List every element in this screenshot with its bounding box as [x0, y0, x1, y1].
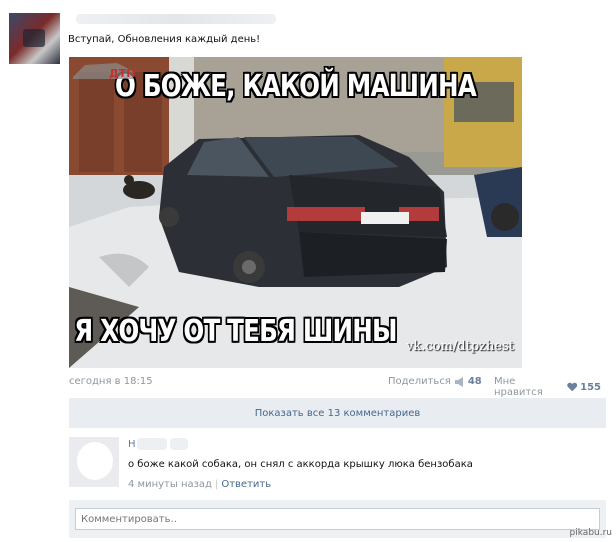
megaphone-icon: [454, 376, 463, 387]
comment-box: [69, 500, 606, 538]
comment-meta: 4 минуты назад | Ответить: [128, 479, 271, 490]
share-label: Поделиться: [388, 376, 451, 387]
share-count: 48: [467, 376, 482, 387]
post-photo[interactable]: О БОЖЕ, КАКОЙ МАШИНА Я ХОЧУ ОТ ТЕБЯ ШИНЫ…: [69, 57, 522, 368]
show-all-comments-button[interactable]: Показать все 13 комментариев: [69, 398, 606, 428]
heart-icon: [566, 382, 577, 392]
photo-watermark: vk.com/dtpzhest: [406, 339, 514, 354]
site-watermark: pikabu.ru: [569, 528, 612, 538]
post-author-blurred: [76, 14, 276, 24]
comment-avatar[interactable]: [69, 437, 119, 487]
meme-caption-top: О БОЖЕ, КАКОЙ МАШИНА: [114, 69, 477, 104]
comment-author-blur: [170, 438, 188, 450]
post-avatar[interactable]: [9, 13, 60, 64]
comment-text: о боже какой собака, он снял с аккорда к…: [128, 459, 473, 470]
like-button[interactable]: Мне нравится 155: [494, 376, 601, 398]
comment-meta-separator: |: [214, 479, 219, 490]
comment-author-blur: [137, 438, 167, 450]
comment-time[interactable]: 4 минуты назад: [128, 479, 212, 490]
meme-caption-bottom: Я ХОЧУ ОТ ТЕБЯ ШИНЫ: [74, 314, 397, 349]
post-meta-row: сегодня в 18:15 Поделиться 48 Мне нравит…: [69, 376, 601, 398]
post-date[interactable]: сегодня в 18:15: [69, 376, 153, 387]
post-text: Вступай, Обновления каждый день!: [68, 34, 261, 45]
watermark-logo-icon: ДТП: [73, 63, 136, 80]
share-button[interactable]: Поделиться 48: [388, 376, 482, 387]
comment-input[interactable]: [75, 508, 600, 530]
reply-link[interactable]: Ответить: [221, 479, 271, 490]
like-label: Мне нравится: [494, 376, 543, 398]
like-count: 155: [580, 381, 601, 393]
svg-text:ДТП: ДТП: [109, 67, 136, 80]
